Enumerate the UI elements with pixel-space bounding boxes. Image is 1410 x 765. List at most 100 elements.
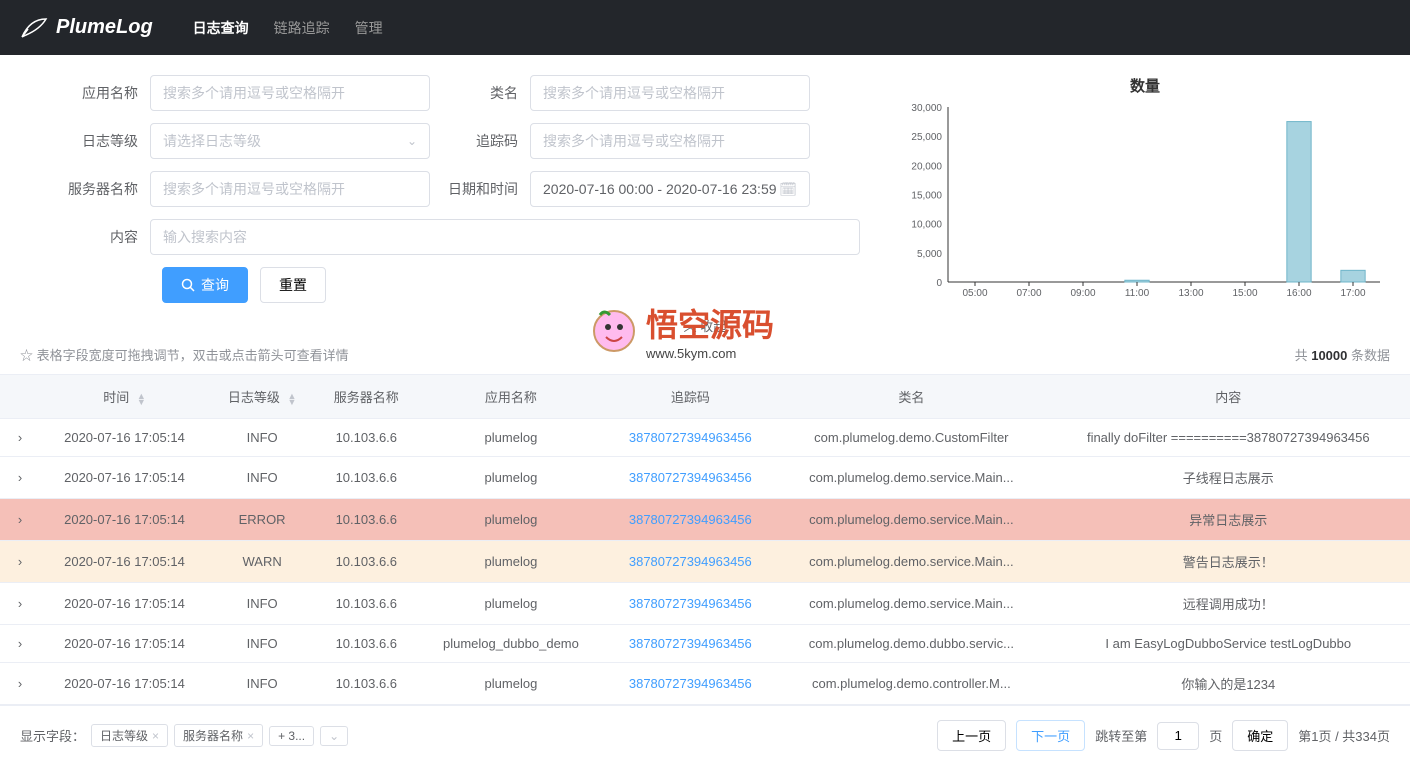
- select-log-level[interactable]: 请选择日志等级 ⌄: [150, 123, 430, 159]
- cell-app: plumelog: [417, 541, 604, 583]
- top-nav: 日志查询 链路追踪 管理: [193, 18, 383, 38]
- table-tip: ☆ 表格字段宽度可拖拽调节，双击或点击箭头可查看详情: [20, 345, 349, 364]
- cell-content: finally doFilter ==========3878072739496…: [1047, 419, 1410, 457]
- display-fields: 显示字段： 日志等级× 服务器名称× + 3... ⌄: [20, 724, 348, 747]
- svg-text:09:00: 09:00: [1070, 288, 1095, 299]
- svg-text:11:00: 11:00: [1125, 288, 1150, 299]
- svg-text:05:00: 05:00: [962, 288, 987, 299]
- input-server-name[interactable]: [150, 171, 430, 207]
- cell-class: com.plumelog.demo.CustomFilter: [776, 419, 1046, 457]
- tag-server-name[interactable]: 服务器名称×: [174, 724, 263, 747]
- chart-panel: 数量 0 5,000 10,000 15,000 20,000 25,000 30,000 0…: [900, 75, 1390, 310]
- page-unit: 页: [1209, 726, 1222, 745]
- search-button[interactable]: 查询: [162, 267, 248, 303]
- confirm-page-button[interactable]: 确定: [1232, 720, 1288, 751]
- svg-text:25,000: 25,000: [911, 132, 942, 143]
- col-header[interactable]: 时间 ▲▼: [40, 375, 209, 419]
- input-app-name[interactable]: [150, 75, 430, 111]
- cell-content: 异常日志展示: [1047, 499, 1410, 541]
- collapse-toggle[interactable]: 收起: [0, 310, 1410, 341]
- svg-text:15:00: 15:00: [1232, 288, 1257, 299]
- log-table: 时间 ▲▼日志等级 ▲▼服务器名称 应用名称 追踪码 类名 内容 › 2020-…: [0, 374, 1410, 705]
- cell-app: plumelog: [417, 663, 604, 705]
- cell-class: com.plumelog.demo.service.Main...: [776, 499, 1046, 541]
- cell-server: 10.103.6.6: [315, 419, 417, 457]
- close-icon[interactable]: ×: [247, 729, 254, 743]
- cell-class: com.plumelog.demo.service.Main...: [776, 541, 1046, 583]
- table-row: › 2020-07-16 17:05:14 INFO 10.103.6.6 pl…: [0, 583, 1410, 625]
- tag-more[interactable]: + 3...: [269, 726, 314, 746]
- feather-icon: [20, 17, 48, 39]
- expand-toggle[interactable]: ›: [0, 625, 40, 663]
- cell-level: WARN: [209, 541, 315, 583]
- col-header[interactable]: 日志等级 ▲▼: [209, 375, 315, 419]
- expand-toggle[interactable]: ›: [0, 457, 40, 499]
- cell-trace[interactable]: 38780727394963456: [605, 419, 777, 457]
- col-header[interactable]: 应用名称: [417, 375, 604, 419]
- nav-admin[interactable]: 管理: [355, 18, 383, 38]
- nav-log-query[interactable]: 日志查询: [193, 18, 249, 38]
- cell-class: com.plumelog.demo.dubbo.servic...: [776, 625, 1046, 663]
- cell-trace[interactable]: 38780727394963456: [605, 583, 777, 625]
- col-header[interactable]: 服务器名称: [315, 375, 417, 419]
- search-icon: [181, 278, 195, 292]
- col-header[interactable]: 内容: [1047, 375, 1410, 419]
- tag-log-level[interactable]: 日志等级×: [91, 724, 168, 747]
- jump-label: 跳转至第: [1095, 726, 1147, 745]
- svg-text:20,000: 20,000: [911, 161, 942, 172]
- cell-time: 2020-07-16 17:05:14: [40, 541, 209, 583]
- cell-app: plumelog: [417, 499, 604, 541]
- prev-page-button[interactable]: 上一页: [937, 720, 1006, 751]
- col-header[interactable]: 追踪码: [605, 375, 777, 419]
- cell-level: ERROR: [209, 499, 315, 541]
- svg-text:15,000: 15,000: [911, 191, 942, 202]
- input-datetime[interactable]: 2020-07-16 00:00 - 2020-07-16 23:59 🗓: [530, 171, 810, 207]
- cell-time: 2020-07-16 17:05:14: [40, 419, 209, 457]
- expand-toggle[interactable]: ›: [0, 499, 40, 541]
- svg-text:17:00: 17:00: [1340, 288, 1365, 299]
- expand-toggle[interactable]: ›: [0, 663, 40, 705]
- nav-trace[interactable]: 链路追踪: [274, 18, 330, 38]
- cell-trace[interactable]: 38780727394963456: [605, 625, 777, 663]
- svg-text:30,000: 30,000: [911, 103, 942, 114]
- svg-text:10,000: 10,000: [911, 220, 942, 231]
- cell-server: 10.103.6.6: [315, 499, 417, 541]
- svg-text:16:00: 16:00: [1286, 288, 1311, 299]
- col-header[interactable]: 类名: [776, 375, 1046, 419]
- cell-class: com.plumelog.demo.controller.M...: [776, 663, 1046, 705]
- expand-toggle[interactable]: ›: [0, 541, 40, 583]
- input-class-name[interactable]: [530, 75, 810, 111]
- next-page-button[interactable]: 下一页: [1016, 720, 1085, 751]
- cell-trace[interactable]: 38780727394963456: [605, 499, 777, 541]
- label-trace-id: 追踪码: [430, 131, 530, 151]
- cell-trace[interactable]: 38780727394963456: [605, 663, 777, 705]
- cell-server: 10.103.6.6: [315, 541, 417, 583]
- cell-level: INFO: [209, 419, 315, 457]
- tag-dropdown[interactable]: ⌄: [320, 726, 348, 746]
- svg-text:07:00: 07:00: [1016, 288, 1041, 299]
- cell-level: INFO: [209, 625, 315, 663]
- input-content[interactable]: [150, 219, 860, 255]
- cell-content: I am EasyLogDubboService testLogDubbo: [1047, 625, 1410, 663]
- cell-trace[interactable]: 38780727394963456: [605, 457, 777, 499]
- expand-toggle[interactable]: ›: [0, 419, 40, 457]
- cell-app: plumelog: [417, 457, 604, 499]
- reset-button[interactable]: 重置: [260, 267, 326, 303]
- cell-time: 2020-07-16 17:05:14: [40, 583, 209, 625]
- svg-text:5,000: 5,000: [917, 249, 942, 260]
- expand-toggle[interactable]: ›: [0, 583, 40, 625]
- close-icon[interactable]: ×: [152, 729, 159, 743]
- top-header: PlumeLog 日志查询 链路追踪 管理: [0, 0, 1410, 55]
- page-input[interactable]: [1157, 722, 1199, 750]
- cell-class: com.plumelog.demo.service.Main...: [776, 457, 1046, 499]
- cell-trace[interactable]: 38780727394963456: [605, 541, 777, 583]
- cell-server: 10.103.6.6: [315, 663, 417, 705]
- cell-level: INFO: [209, 583, 315, 625]
- fields-label: 显示字段：: [20, 726, 85, 745]
- cell-time: 2020-07-16 17:05:14: [40, 499, 209, 541]
- svg-text:0: 0: [936, 278, 942, 289]
- chart-title: 数量: [900, 75, 1390, 96]
- svg-text:13:00: 13:00: [1178, 288, 1203, 299]
- input-trace-id[interactable]: [530, 123, 810, 159]
- table-row: › 2020-07-16 17:05:14 INFO 10.103.6.6 pl…: [0, 457, 1410, 499]
